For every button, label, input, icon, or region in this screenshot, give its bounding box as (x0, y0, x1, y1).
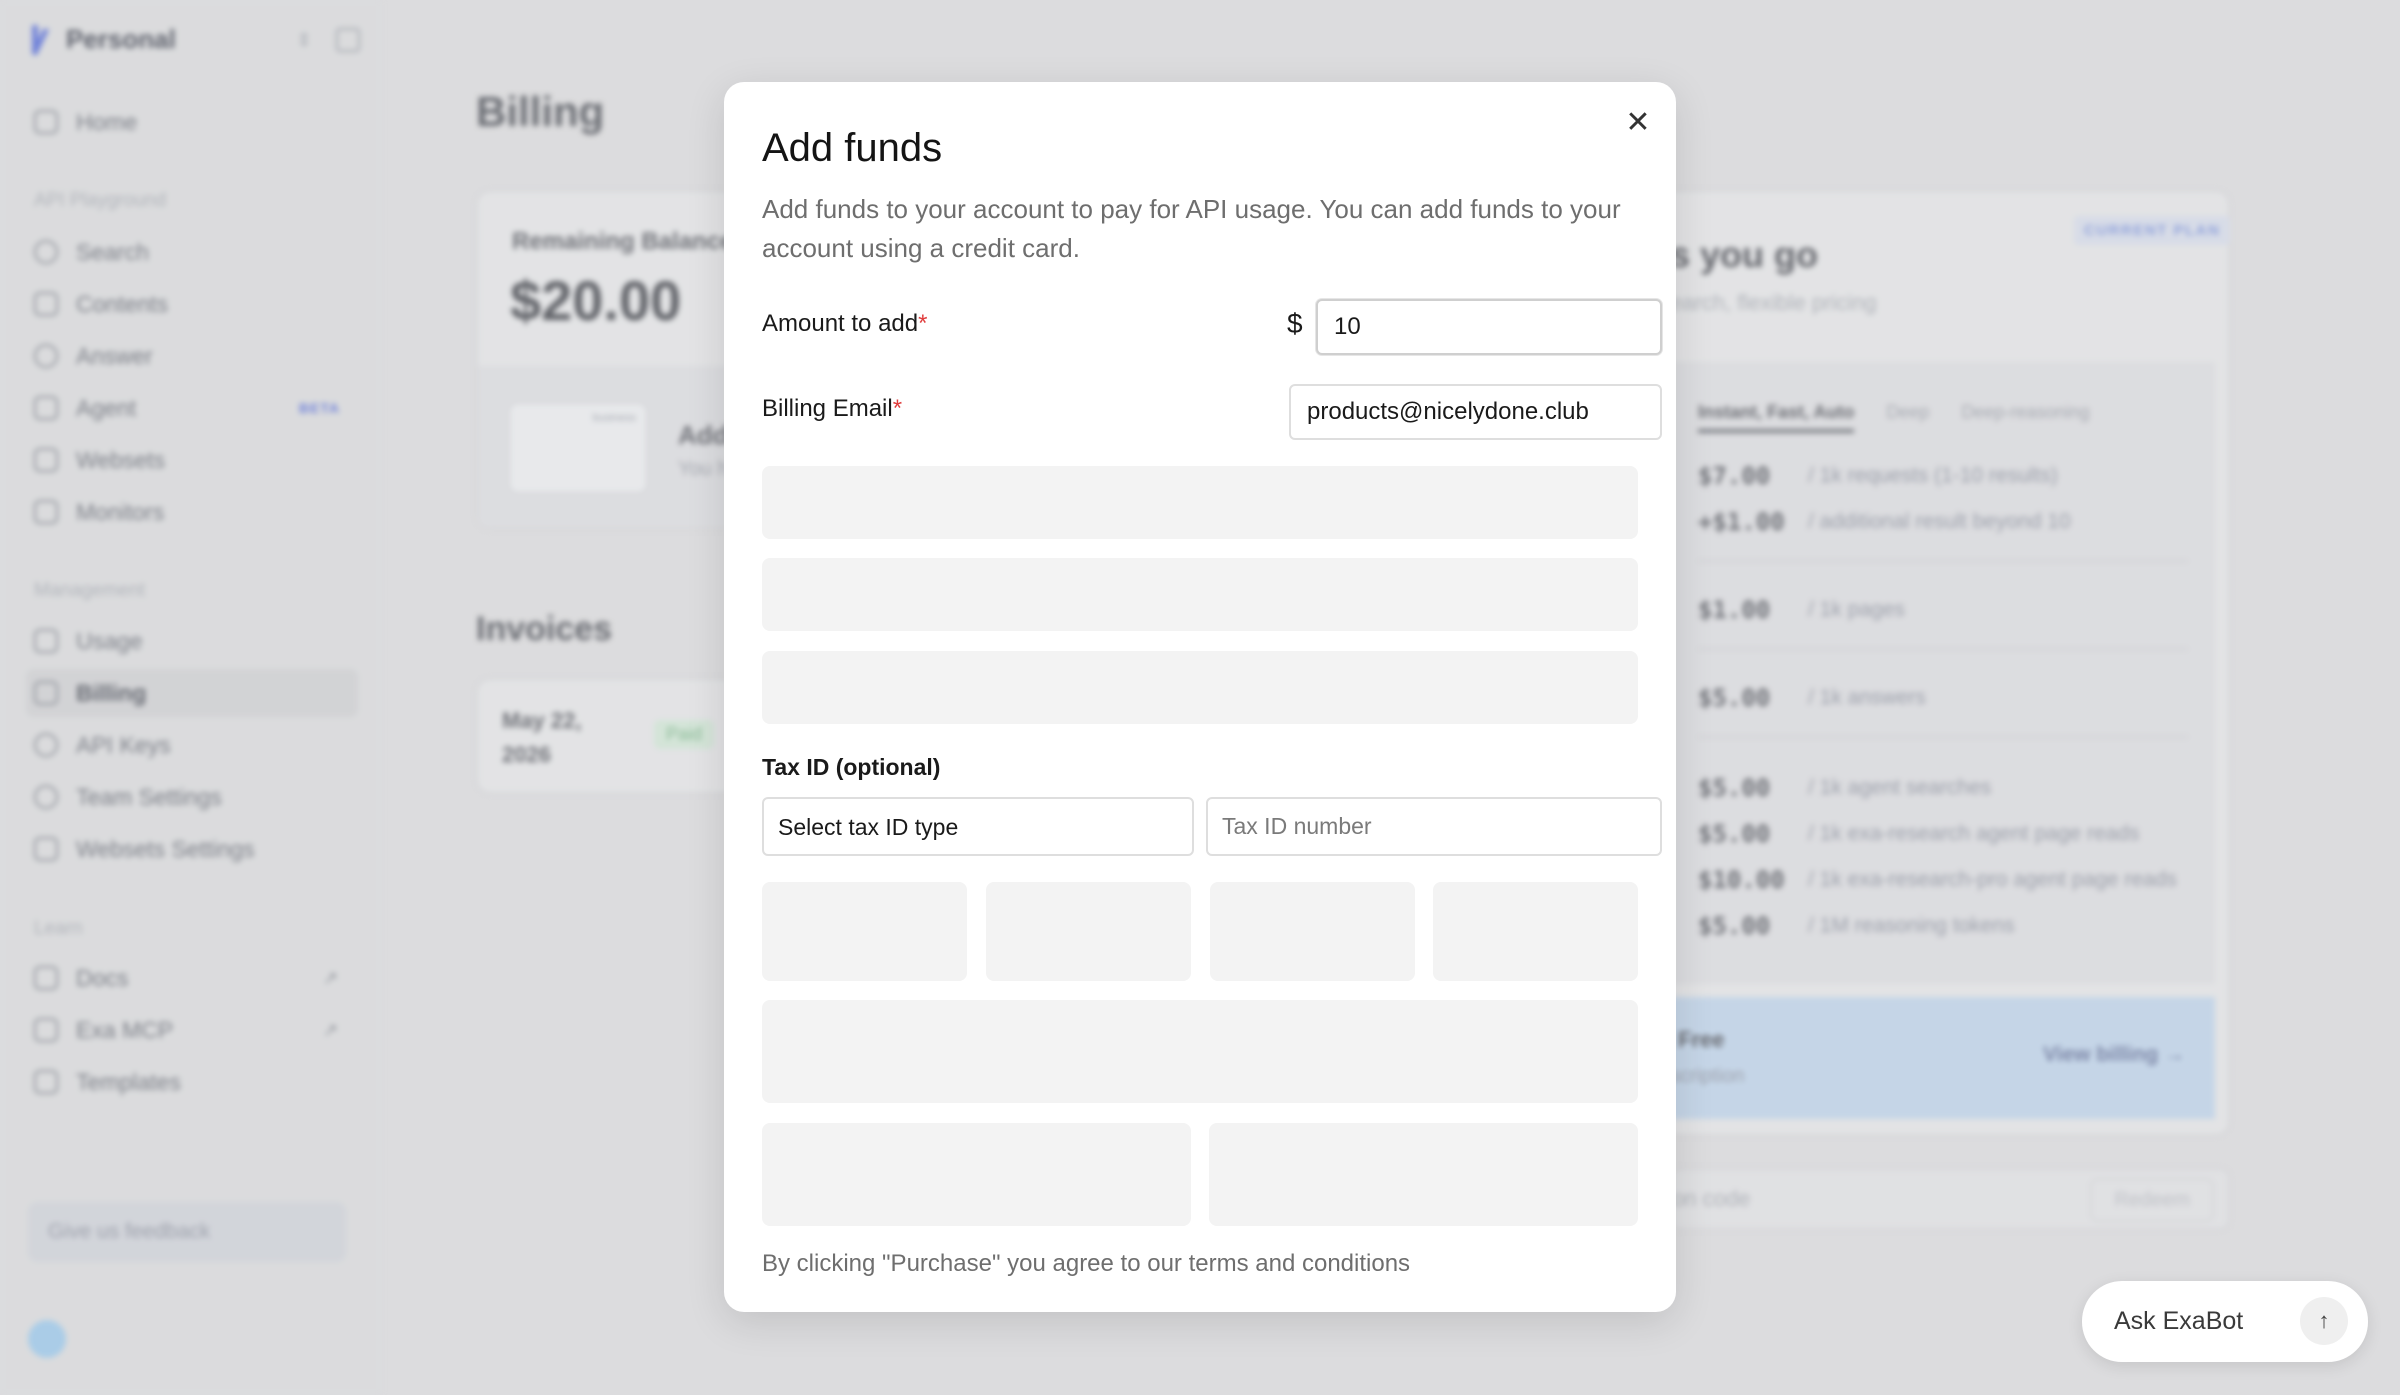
payment-field-skeleton (762, 651, 1638, 724)
amount-label-text: Amount to add (762, 310, 919, 337)
payment-method-skeleton (986, 882, 1191, 981)
ask-exabot-widget[interactable]: Ask ExaBot ↑ (2082, 1281, 2368, 1362)
email-label: Billing Email* (762, 395, 902, 423)
tax-id-number-input[interactable] (1206, 797, 1662, 856)
card-field-skeleton (1209, 1123, 1638, 1226)
terms-notice: By clicking "Purchase" you agree to our … (762, 1250, 1411, 1277)
billing-email-input[interactable] (1289, 384, 1662, 440)
card-field-skeleton (762, 1000, 1638, 1103)
dialog-description: Add funds to your account to pay for API… (762, 194, 1621, 263)
payment-field-skeleton (762, 558, 1638, 631)
tax-id-label: Tax ID (optional) (762, 754, 941, 780)
payment-method-skeleton (1210, 882, 1415, 981)
payment-field-skeleton (762, 466, 1638, 539)
add-funds-dialog: ✕ Add funds Add funds to your account to… (724, 82, 1676, 1312)
close-icon[interactable]: ✕ (1621, 106, 1655, 140)
card-field-skeleton (762, 1123, 1191, 1226)
payment-method-skeleton (762, 882, 967, 981)
currency-symbol: $ (1287, 308, 1303, 339)
amount-label: Amount to add* (762, 310, 927, 338)
required-asterisk: * (918, 310, 928, 337)
payment-method-skeleton (1433, 882, 1638, 981)
email-label-text: Billing Email (762, 395, 893, 422)
required-asterisk: * (892, 395, 903, 422)
arrow-up-icon[interactable]: ↑ (2300, 1297, 2348, 1345)
amount-input[interactable] (1316, 299, 1662, 355)
tax-id-type-select[interactable]: Select tax ID type (762, 797, 1194, 856)
ask-exabot-label: Ask ExaBot (2114, 1307, 2244, 1335)
dialog-title: Add funds (762, 126, 943, 170)
